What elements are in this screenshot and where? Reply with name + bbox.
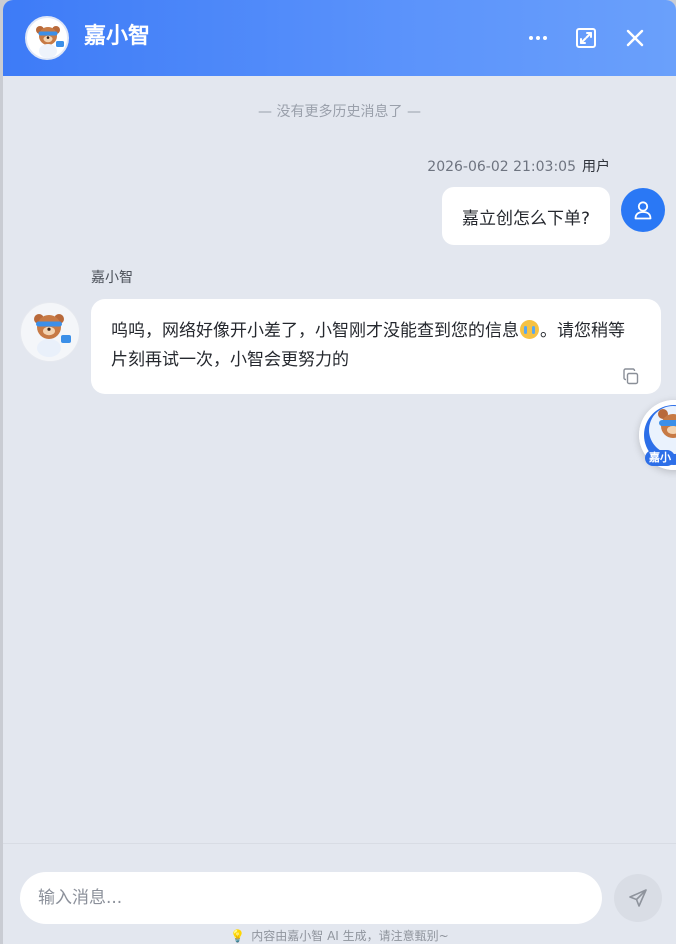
bear-mascot-icon [21,303,79,361]
send-button[interactable] [614,874,662,922]
user-message-meta: 2026-06-02 21:03:05 用户 [427,157,610,177]
chat-header: 嘉小智 [3,0,676,76]
chat-window: 嘉小智 — 没有更多历史消息了 — 2026-06-02 21:03:05 用户 … [3,0,676,944]
composer: 💡 内容由嘉小智 AI 生成，请注意甄别~ [3,843,676,944]
more-horizontal-icon [529,36,547,40]
ai-disclaimer-text: 内容由嘉小智 AI 生成，请注意甄别~ [251,929,449,943]
assistant-title: 嘉小智 [84,24,151,49]
message-input[interactable] [20,872,602,924]
crying-face-emoji [520,320,539,339]
expand-button[interactable] [572,24,600,52]
bot-avatar [20,302,80,362]
copy-button[interactable] [621,367,641,387]
user-avatar [621,188,665,232]
bot-sender-name: 嘉小智 [91,270,133,286]
lightbulb-icon: 💡 [230,929,246,943]
message-sender: 用户 [582,159,610,175]
copy-icon [623,368,639,385]
floating-assistant-label: 嘉小 [645,450,675,466]
send-icon [629,889,647,907]
bot-message-bubble: 呜呜，网络好像开小差了，小智刚才没能查到您的信息 。请您稍等片刻再试一次，小智会更… [91,299,661,394]
ai-disclaimer: 💡 内容由嘉小智 AI 生成，请注意甄别~ [3,928,676,944]
history-end-note: — 没有更多历史消息了 — [258,104,421,120]
assistant-avatar [25,16,69,60]
bear-mascot-icon [27,18,67,58]
bot-message-text: 呜呜，网络好像开小差了，小智刚才没能查到您的信息 [111,321,519,341]
close-icon [626,29,644,47]
message-timestamp: 2026-06-02 21:03:05 [427,159,576,175]
more-button[interactable] [524,24,552,52]
user-message-bubble: 嘉立创怎么下单? [441,187,610,245]
close-button[interactable] [621,24,649,52]
user-icon [634,201,652,220]
expand-icon [576,28,596,48]
user-message-text: 嘉立创怎么下单? [461,208,590,229]
